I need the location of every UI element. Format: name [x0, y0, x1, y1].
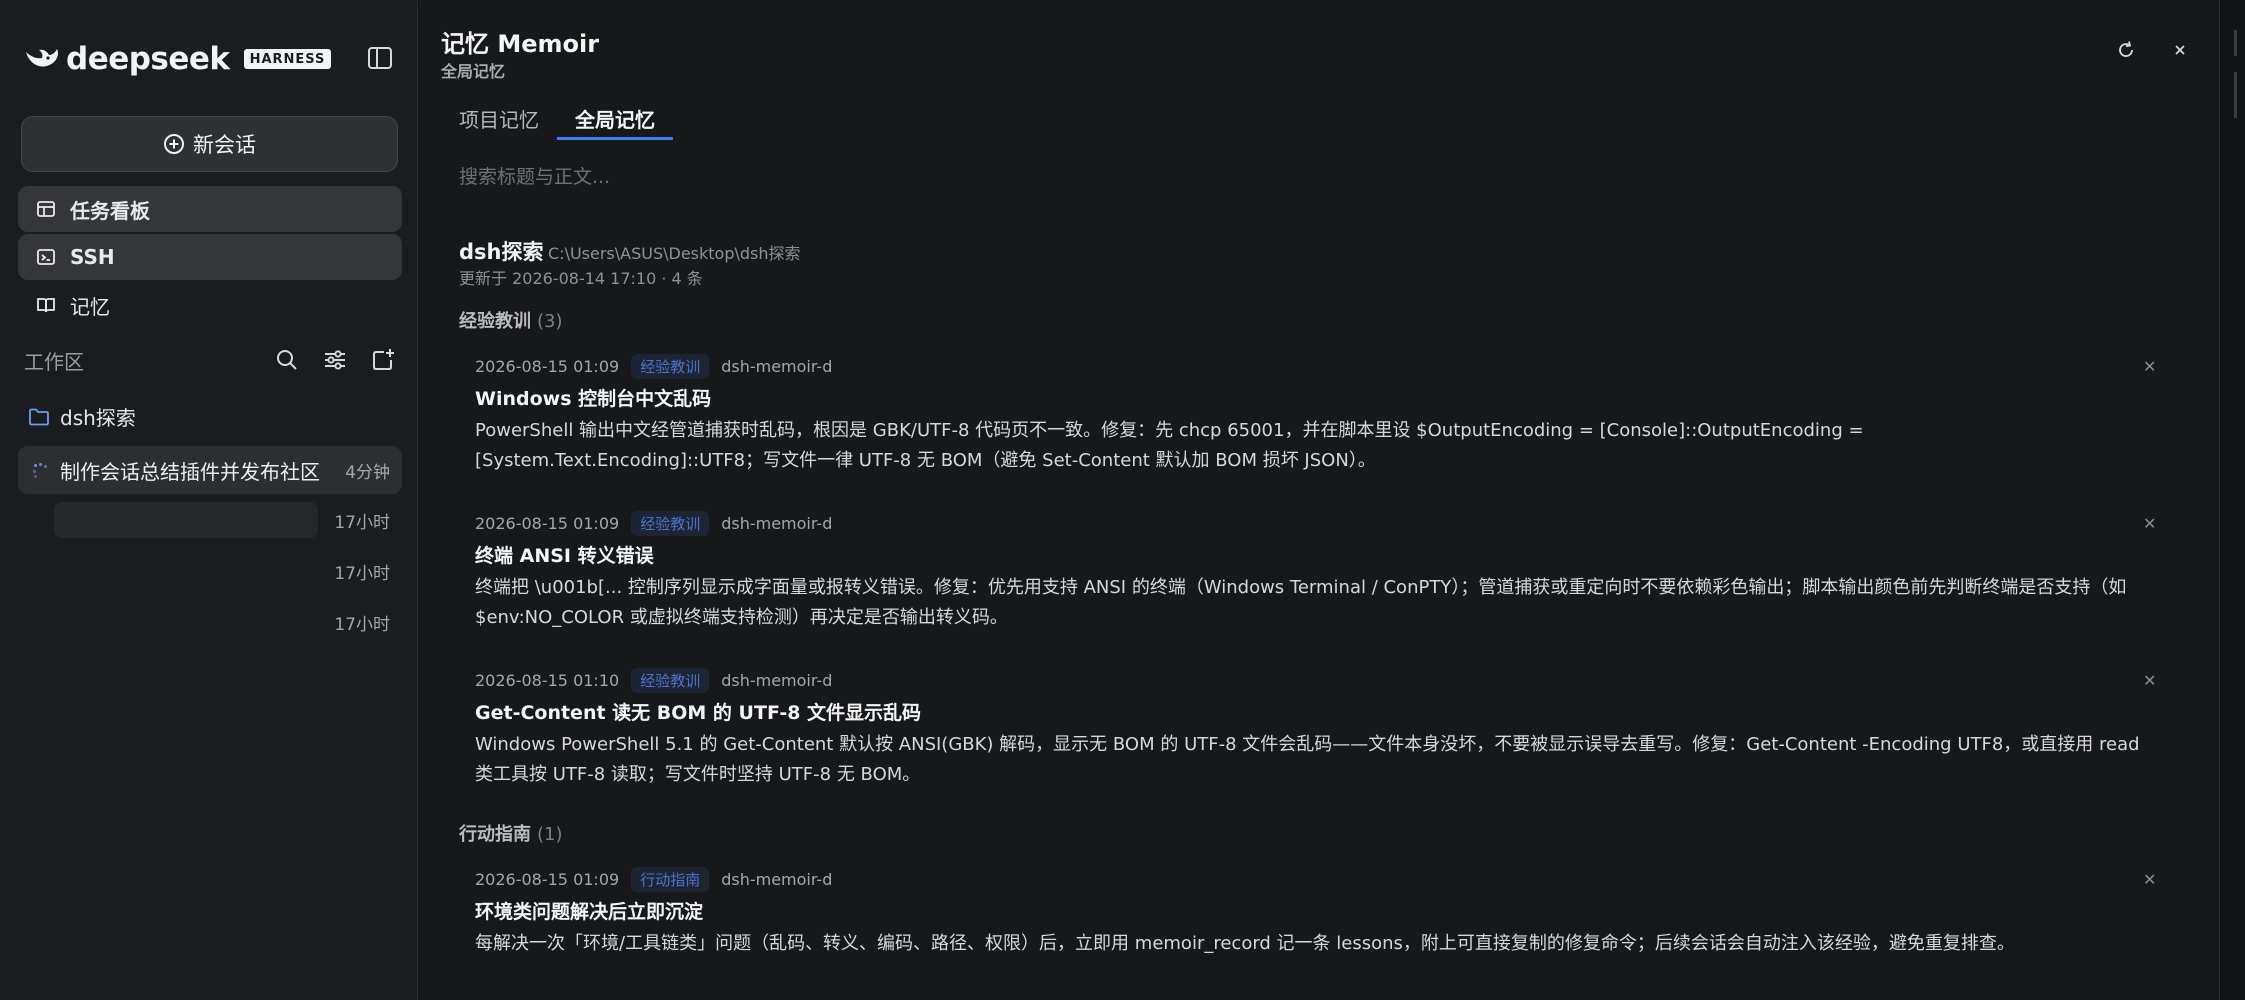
entry-tag: 经验教训 — [631, 353, 710, 379]
entry-title: Get-Content 读无 BOM 的 UTF-8 文件显示乱码 — [475, 702, 922, 724]
edge-marker — [2234, 30, 2237, 56]
session-item[interactable]: 17小时 — [54, 602, 400, 642]
edge-marker — [2234, 72, 2237, 118]
memoir-panel: 记忆 Memoir 全局记忆 项目记忆 全局记忆 dsh探索 C:\Users\… — [419, 0, 2219, 1000]
filter-sliders-icon[interactable] — [322, 347, 348, 373]
session-title: 制作会话总结插件并发布社区 — [60, 459, 320, 484]
book-icon — [37, 298, 55, 313]
sidebar-item-label: 任务看板 — [70, 198, 150, 223]
folder-label: dsh探索 — [60, 406, 136, 430]
plus-circle-icon — [164, 134, 184, 154]
sidebar-item-ssh[interactable]: SSH — [18, 234, 402, 280]
entry-tag: 经验教训 — [631, 510, 710, 536]
brand-badge: HARNESS — [243, 49, 332, 69]
brand-logo: deepseek HARNESS — [24, 40, 332, 78]
group-label: 经验教训 — [459, 311, 531, 332]
memory-tabs: 项目记忆 全局记忆 — [441, 100, 673, 140]
entry-tag: 行动指南 — [631, 866, 710, 892]
delete-entry-icon[interactable]: ✕ — [2143, 671, 2156, 690]
search-icon[interactable] — [274, 347, 300, 373]
new-folder-icon[interactable] — [370, 347, 396, 373]
session-time: 4分钟 — [345, 462, 390, 483]
sidebar-item-memory[interactable]: 记忆 — [18, 282, 402, 328]
sidebar: deepseek HARNESS 新会话 任务看板 SSH 记忆 工作区 dsh… — [0, 0, 418, 1000]
delete-entry-icon[interactable]: ✕ — [2143, 357, 2156, 376]
entry-date: 2026-08-15 01:10 — [475, 670, 620, 690]
brand-wordmark: deepseek — [66, 41, 230, 77]
tab-project-memory[interactable]: 项目记忆 — [441, 100, 557, 140]
workspace-label: 工作区 — [24, 349, 84, 374]
close-icon[interactable] — [2168, 38, 2192, 62]
memory-entry: 2026-08-15 01:10 经验教训 dsh-memoir-d ✕ Get… — [475, 667, 2175, 790]
project-path: C:\Users\ASUS\Desktop\dsh探索 — [548, 244, 801, 263]
memory-entry: 2026-08-15 01:09 行动指南 dsh-memoir-d ✕ 环境类… — [475, 866, 2175, 959]
workspace-folder[interactable]: dsh探索 — [28, 402, 136, 431]
session-time: 17小时 — [334, 513, 390, 533]
new-chat-button[interactable]: 新会话 — [21, 116, 398, 172]
entry-title: 环境类问题解决后立即沉淀 — [475, 901, 704, 923]
session-item[interactable]: 17小时 — [54, 500, 400, 540]
right-edge-panel — [2219, 0, 2245, 1000]
entry-date: 2026-08-15 01:09 — [475, 356, 620, 376]
entry-title: Windows 控制台中文乱码 — [475, 388, 712, 410]
session-item[interactable]: 17小时 — [54, 551, 400, 591]
entry-tag: 经验教训 — [631, 667, 710, 693]
sidebar-item-kanban[interactable]: 任务看板 — [18, 186, 402, 232]
kanban-icon — [37, 201, 55, 217]
entry-source: dsh-memoir-d — [721, 869, 833, 889]
page-subtitle: 全局记忆 — [441, 62, 506, 81]
entry-body: 每解决一次「环境/工具链类」问题（乱码、转义、编码、路径、权限）后，立即用 me… — [475, 933, 2015, 954]
entry-date: 2026-08-15 01:09 — [475, 513, 620, 533]
entry-body: 终端把 \u001b[... 控制序列显示成字面量或报转义错误。修复：优先用支持… — [475, 577, 2127, 628]
folder-icon — [29, 408, 49, 425]
project-meta: 更新于 2026-08-14 17:10 · 4 条 — [459, 269, 703, 288]
refresh-icon[interactable] — [2114, 38, 2138, 62]
sidebar-toggle-icon[interactable] — [366, 44, 394, 72]
whale-logo-icon — [26, 49, 58, 67]
new-chat-label: 新会话 — [193, 133, 256, 157]
sidebar-item-label: SSH — [70, 245, 115, 269]
entry-source: dsh-memoir-d — [721, 670, 833, 690]
group-count: (3) — [537, 311, 563, 332]
group-header-lessons: 经验教训 (3) — [459, 307, 563, 333]
app-window: deepseek HARNESS 新会话 任务看板 SSH 记忆 工作区 dsh… — [0, 0, 2245, 1000]
search-input[interactable] — [459, 162, 2059, 192]
terminal-icon — [37, 249, 55, 265]
group-label: 行动指南 — [459, 824, 531, 845]
group-count: (1) — [537, 824, 563, 845]
entry-body: Windows PowerShell 5.1 的 Get-Content 默认按… — [475, 734, 2140, 785]
session-item-active[interactable]: 制作会话总结插件并发布社区 4分钟 — [18, 446, 402, 494]
project-name: dsh探索 — [459, 240, 544, 264]
entry-source: dsh-memoir-d — [721, 356, 833, 376]
session-time: 17小时 — [334, 564, 390, 584]
entry-title: 终端 ANSI 转义错误 — [475, 545, 654, 567]
group-header-guides: 行动指南 (1) — [459, 820, 563, 846]
loading-spinner-icon — [32, 462, 48, 478]
delete-entry-icon[interactable]: ✕ — [2143, 514, 2156, 533]
memory-entry: 2026-08-15 01:09 经验教训 dsh-memoir-d ✕ 终端 … — [475, 510, 2175, 633]
memory-entry: 2026-08-15 01:09 经验教训 dsh-memoir-d ✕ Win… — [475, 353, 2175, 476]
sidebar-item-label: 记忆 — [70, 294, 110, 319]
workspace-header: 工作区 — [24, 345, 396, 375]
delete-entry-icon[interactable]: ✕ — [2143, 870, 2156, 889]
page-title: 记忆 Memoir — [441, 30, 600, 58]
entry-source: dsh-memoir-d — [721, 513, 833, 533]
session-title-redacted — [54, 502, 318, 538]
tab-global-memory[interactable]: 全局记忆 — [557, 100, 673, 140]
entry-date: 2026-08-15 01:09 — [475, 869, 620, 889]
entry-body: PowerShell 输出中文经管道捕获时乱码，根因是 GBK/UTF-8 代码… — [475, 420, 1864, 471]
session-time: 17小时 — [334, 615, 390, 635]
